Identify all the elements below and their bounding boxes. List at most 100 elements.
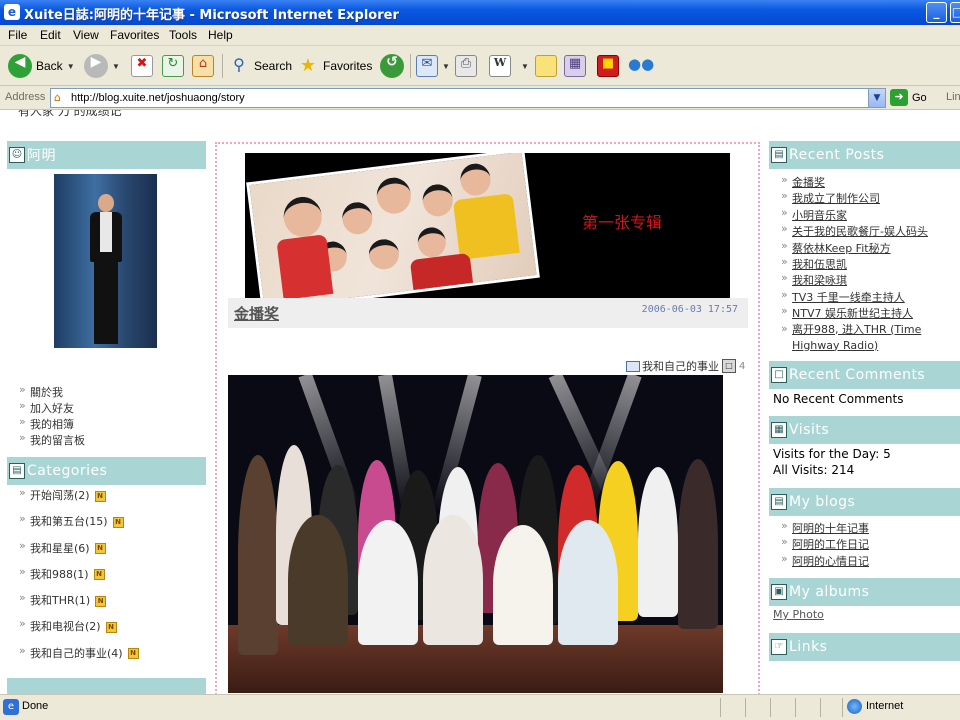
menu-favorites[interactable]: Favorites <box>110 28 159 42</box>
my-guestbook-link[interactable]: 我的留言板 <box>18 431 85 448</box>
print-button[interactable]: ⎙ <box>455 52 477 80</box>
my-blogs-header: ▤ My blogs <box>769 488 960 516</box>
status-pane-divider <box>720 698 721 717</box>
mail-dropdown-icon[interactable]: ▼ <box>442 62 450 71</box>
back-dropdown-icon[interactable]: ▼ <box>67 62 75 71</box>
post-category-link[interactable]: 我和自己的事业 <box>642 358 719 374</box>
new-badge-icon: N <box>93 569 105 581</box>
category-item[interactable]: 我和988(1)N <box>18 565 139 592</box>
blog-link-item[interactable]: 阿明的心情日记 <box>780 552 869 569</box>
cut-off-text: 有人家 刀 的成绩记 <box>18 110 122 118</box>
users-button[interactable]: ●● <box>628 52 654 80</box>
group-photo <box>246 153 540 298</box>
refresh-icon: ↻ <box>162 55 184 77</box>
visits-day-text: Visits for the Day: 5 <box>773 447 891 461</box>
menu-file[interactable]: File <box>8 28 27 42</box>
mail-button[interactable]: ✉ ▼ <box>416 52 450 80</box>
word-icon: W <box>489 55 511 77</box>
link-icon: ☞ <box>771 639 787 655</box>
category-item[interactable]: 我和星星(6)N <box>18 539 139 566</box>
edit-dropdown-icon[interactable]: ▼ <box>521 62 529 71</box>
forward-button[interactable]: ▶ ▼ <box>84 52 120 80</box>
no-comments-text: No Recent Comments <box>773 392 904 406</box>
go-button[interactable]: ➜ Go <box>890 89 927 106</box>
person-figure <box>90 194 122 344</box>
ie-icon: e <box>4 4 20 20</box>
categories-list: 开始闯荡(2)N 我和第五台(15)N 我和星星(6)N 我和988(1)N 我… <box>18 486 139 671</box>
folder-icon <box>626 360 640 372</box>
recent-post-item[interactable]: 关于我的民歌餐厅-娱人码头 <box>780 222 950 239</box>
research-button[interactable]: ▦ <box>564 52 586 80</box>
search-button[interactable]: ⚲ Search <box>228 52 292 80</box>
minimize-button[interactable]: _ <box>926 2 947 23</box>
forward-dropdown-icon[interactable]: ▼ <box>112 62 120 71</box>
visits-header: ▦ Visits <box>769 416 960 444</box>
recent-comments-header: □ Recent Comments <box>769 361 960 389</box>
new-badge-icon: N <box>105 621 117 633</box>
blog-link-item[interactable]: 阿明的十年记事 <box>780 519 869 536</box>
home-icon: ⌂ <box>192 55 214 77</box>
about-me-link[interactable]: 關於我 <box>18 383 85 400</box>
status-text: Done <box>22 700 49 712</box>
category-item[interactable]: 我和THR(1)N <box>18 591 139 618</box>
category-item[interactable]: 我和自己的事业(4)N <box>18 644 139 671</box>
edit-button[interactable]: W ▼ <box>489 52 529 80</box>
post-photo <box>228 375 723 693</box>
recent-post-item[interactable]: 我和伍思凯 <box>780 255 950 272</box>
recent-post-item[interactable]: 我成立了制作公司 <box>780 189 950 206</box>
status-pane-divider <box>842 698 843 717</box>
links-label[interactable]: Lin <box>946 91 960 103</box>
recent-post-item[interactable]: 小明音乐家 <box>780 206 950 223</box>
category-item[interactable]: 我和电视台(2)N <box>18 617 139 644</box>
new-badge-icon: N <box>94 490 106 502</box>
menu-edit[interactable]: Edit <box>40 28 61 42</box>
document-icon: ▤ <box>9 463 25 479</box>
category-item[interactable]: 我和第五台(15)N <box>18 512 139 539</box>
address-url: http://blog.xuite.net/joshuaong/story <box>71 92 245 104</box>
status-pane-divider <box>745 698 746 717</box>
recent-post-item[interactable]: 离开988, 进入THR (Time Highway Radio) <box>780 321 950 354</box>
back-button[interactable]: ◀ Back ▼ <box>8 52 75 80</box>
partial-sidebar-header <box>7 678 206 694</box>
recent-post-item[interactable]: 蔡依林Keep Fit秘方 <box>780 239 950 256</box>
my-album-link[interactable]: 我的相簿 <box>18 415 85 432</box>
my-photo-link[interactable]: My Photo <box>773 608 824 621</box>
smiley-icon: ☺ <box>9 147 25 163</box>
menu-help[interactable]: Help <box>208 28 233 42</box>
history-button[interactable]: ↺ <box>380 52 404 80</box>
add-friend-link[interactable]: 加入好友 <box>18 399 85 416</box>
discuss-button[interactable] <box>535 52 557 80</box>
recent-post-item[interactable]: 金播奖 <box>780 173 950 190</box>
blog-link-item[interactable]: 阿明的工作日记 <box>780 535 869 552</box>
address-input[interactable]: ⌂ http://blog.xuite.net/joshuaong/story … <box>50 88 886 108</box>
toolbar: ◀ Back ▼ ▶ ▼ ✖ ↻ ⌂ ⚲ Search ★ Favorites … <box>0 46 960 86</box>
history-icon: ↺ <box>380 54 404 78</box>
post-meta: 我和自己的事业 □ 4 <box>626 358 745 374</box>
maximize-button[interactable]: □ <box>950 2 960 23</box>
recent-post-item[interactable]: TV3 千里一线牵主持人 <box>780 288 950 305</box>
stop-button[interactable]: ✖ <box>131 52 153 80</box>
back-arrow-icon: ◀ <box>8 54 32 78</box>
address-dropdown-icon[interactable]: ▼ <box>868 89 885 107</box>
menu-tools[interactable]: Tools <box>169 28 197 42</box>
menu-view[interactable]: View <box>73 28 99 42</box>
refresh-button[interactable]: ↻ <box>162 52 184 80</box>
address-bar: Address ⌂ http://blog.xuite.net/joshuaon… <box>0 86 960 110</box>
profile-photo[interactable] <box>54 174 157 348</box>
recent-posts-header: ▤ Recent Posts <box>769 141 960 169</box>
favorites-button[interactable]: ★ Favorites <box>297 52 372 80</box>
ie-page-icon: e <box>3 699 19 715</box>
categories-header: ▤ Categories <box>7 457 206 485</box>
messenger-button[interactable]: ■ <box>597 52 619 80</box>
toolbar-separator <box>222 54 223 78</box>
post-header: 金播奖 2006-06-03 17:57 <box>228 298 748 328</box>
new-badge-icon: N <box>95 595 107 607</box>
page-icon: ⌂ <box>54 91 61 104</box>
post-date: 2006-06-03 17:57 <box>641 304 738 315</box>
recent-post-item[interactable]: 我和梁咏琪 <box>780 271 950 288</box>
category-item[interactable]: 开始闯荡(2)N <box>18 486 139 513</box>
post-title-link[interactable]: 金播奖 <box>234 303 279 324</box>
home-button[interactable]: ⌂ <box>192 52 214 80</box>
comment-icon[interactable]: □ <box>722 359 736 373</box>
recent-post-item[interactable]: NTV7 娱乐新世纪主持人 <box>780 304 950 321</box>
